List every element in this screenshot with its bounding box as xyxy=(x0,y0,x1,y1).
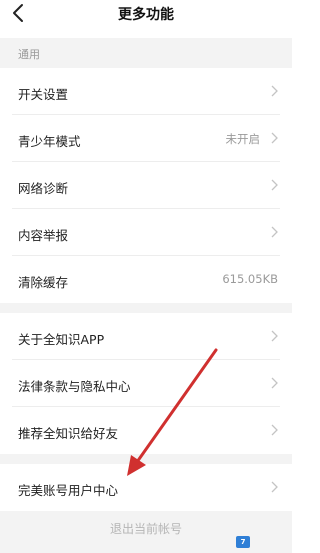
chevron-right-icon xyxy=(271,132,278,144)
row-label: 内容举报 xyxy=(18,228,69,243)
row-label: 青少年模式 xyxy=(18,134,81,149)
section-label: 通用 xyxy=(18,48,40,61)
settings-row-clear-cache[interactable]: 清除缓存 615.05KB xyxy=(0,256,292,303)
settings-row-recommend[interactable]: 推荐全知识给好友 xyxy=(0,407,292,454)
settings-row-teen-mode[interactable]: 青少年模式 未开启 xyxy=(0,115,292,162)
row-label: 开关设置 xyxy=(18,87,69,102)
row-label: 法律条款与隐私中心 xyxy=(18,379,131,394)
settings-row-about[interactable]: 关于全知识APP xyxy=(0,313,292,360)
section-header: 通用 xyxy=(0,38,292,68)
chevron-right-icon xyxy=(271,424,278,436)
settings-row-legal[interactable]: 法律条款与隐私中心 xyxy=(0,360,292,407)
chevron-right-icon xyxy=(271,481,278,493)
row-label: 推荐全知识给好友 xyxy=(18,426,119,441)
settings-row-switch[interactable]: 开关设置 xyxy=(0,68,292,115)
chevron-right-icon xyxy=(271,85,278,97)
settings-row-network[interactable]: 网络诊断 xyxy=(0,162,292,209)
chevron-right-icon xyxy=(271,377,278,389)
row-label: 完美账号用户中心 xyxy=(18,483,119,498)
settings-row-report[interactable]: 内容举报 xyxy=(0,209,292,256)
row-label: 清除缓存 xyxy=(18,275,69,290)
row-label: 关于全知识APP xyxy=(18,332,105,347)
teen-mode-status: 未开启 xyxy=(225,132,261,146)
settings-row-account-center[interactable]: 完美账号用户中心 xyxy=(0,464,292,511)
cache-size: 615.05KB xyxy=(222,272,278,286)
row-label: 网络诊断 xyxy=(18,181,69,196)
chevron-right-icon xyxy=(271,226,278,238)
watermark-logo: 7 xyxy=(236,535,286,549)
chevron-right-icon xyxy=(271,330,278,342)
page-title: 更多功能 xyxy=(118,7,174,23)
section-gap xyxy=(0,454,292,464)
section-gap xyxy=(0,303,292,313)
watermark-badge-icon: 7 xyxy=(236,536,250,548)
top-bar: 更多功能 xyxy=(0,0,292,30)
chevron-right-icon xyxy=(271,179,278,191)
